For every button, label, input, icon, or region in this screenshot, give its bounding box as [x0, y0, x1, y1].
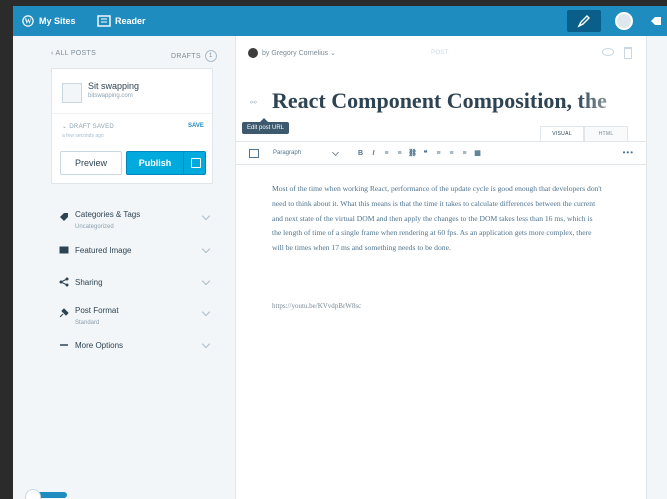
post-content-link[interactable]: https://youtu.be/KVvdpBrW8sc — [272, 302, 361, 310]
sidebar-item-sub: Standard — [75, 320, 100, 326]
save-link[interactable]: SAVE — [188, 123, 204, 129]
author-name: by Gregory Cornelius — [262, 49, 329, 57]
tab-html[interactable]: HTML — [584, 126, 628, 142]
site-name: Sit swapping — [88, 81, 140, 91]
sidebar-item-label: Categories & Tags — [75, 210, 141, 219]
editor-sidebar: ‹ ALL POSTS DRAFTS 1 Sit swapping bitswa… — [13, 36, 236, 499]
tab-visual[interactable]: VISUAL — [540, 126, 584, 142]
all-posts-label: ALL POSTS — [55, 50, 97, 57]
sidebar-item-label: Sharing — [75, 277, 103, 287]
author-selector[interactable]: by Gregory Cornelius ⌄ — [248, 48, 336, 58]
sidebar-item-sharing[interactable]: Sharing — [51, 267, 213, 297]
align-left-button[interactable]: ≡ — [432, 150, 445, 157]
add-media-icon[interactable] — [249, 148, 259, 158]
reader-label: Reader — [115, 16, 146, 26]
drafts-label: DRAFTS — [171, 52, 201, 60]
align-center-button[interactable]: ≡ — [445, 150, 458, 157]
save-status: ⌄ DRAFT SAVED — [62, 123, 114, 130]
save-status-label: DRAFT SAVED — [69, 124, 115, 130]
reader-icon — [97, 15, 111, 27]
bold-button[interactable]: B — [354, 150, 367, 157]
sidebar-item-sub: Uncategorized — [75, 224, 114, 230]
link-icon[interactable]: ⚯ — [250, 98, 257, 107]
pin-icon — [59, 308, 69, 318]
share-icon — [59, 277, 69, 287]
author-avatar — [248, 48, 258, 58]
eye-icon[interactable] — [602, 48, 614, 56]
sidebar-item-label: More Options — [75, 340, 124, 350]
avatar[interactable] — [615, 12, 633, 30]
right-panel-edge — [646, 36, 667, 499]
app-window: W My Sites Reader ‹ ALL POSTS DRAFTS 1 S… — [13, 6, 667, 499]
sidebar-toggle-knob[interactable] — [25, 489, 41, 499]
trash-icon[interactable] — [624, 47, 632, 59]
my-sites-button[interactable]: W My Sites — [21, 13, 76, 29]
preview-button[interactable]: Preview — [60, 151, 122, 175]
chevron-down-icon — [331, 148, 340, 156]
post-content[interactable]: Most of the time when working React, per… — [272, 182, 602, 256]
all-posts-link[interactable]: ‹ ALL POSTS — [51, 50, 96, 57]
dash-icon — [59, 340, 69, 350]
calendar-icon[interactable] — [191, 158, 201, 168]
sidebar-item-label: Featured Image — [75, 245, 132, 255]
paragraph-format-select[interactable]: Paragraph — [273, 150, 333, 156]
masterbar: W My Sites Reader — [13, 6, 667, 36]
wordpress-icon: W — [22, 15, 34, 27]
divider — [52, 113, 212, 114]
blockquote-button[interactable]: ❝ — [419, 149, 432, 157]
publish-button[interactable]: Publish — [126, 151, 206, 175]
drafts-count: 1 — [204, 50, 217, 62]
save-timestamp: a few seconds ago — [62, 133, 104, 139]
publish-label: Publish — [138, 158, 172, 168]
tooltip: Edit post URL — [242, 118, 290, 134]
sidebar-item-label: Post Format — [75, 306, 119, 315]
site-icon — [62, 83, 82, 103]
title-fade — [576, 86, 646, 116]
divider — [183, 151, 184, 175]
write-button[interactable] — [567, 10, 601, 32]
italic-button[interactable]: I — [367, 150, 380, 157]
numbered-list-button[interactable]: ≡ — [393, 150, 406, 157]
formatting-toolbar: Paragraph B I ≡ ≡ ⛓ ❝ ≡ ≡ ≡ ▦ ••• — [236, 141, 646, 165]
bullet-list-button[interactable]: ≡ — [380, 150, 393, 157]
site-url: bitswapping.com — [88, 93, 133, 99]
chevron-down-icon — [201, 211, 211, 221]
link-button[interactable]: ⛓ — [406, 149, 419, 157]
image-icon — [59, 245, 69, 255]
post-type-label: POST — [431, 50, 449, 56]
svg-text:W: W — [25, 19, 32, 26]
post-editor: by Gregory Cornelius ⌄ POST ⚯ React Comp… — [236, 36, 646, 499]
write-icon — [577, 15, 590, 28]
chevron-down-icon — [201, 307, 211, 317]
chevron-down-icon — [201, 244, 211, 254]
sidebar-item-featured-image[interactable]: Featured Image — [51, 235, 213, 265]
more-options-button[interactable]: ••• — [623, 148, 634, 157]
publish-card: Sit swapping bitswapping.com ⌄ DRAFT SAV… — [51, 68, 213, 184]
chevron-down-icon — [201, 339, 211, 349]
insert-content-button[interactable]: ▦ — [471, 149, 484, 157]
my-sites-label: My Sites — [39, 16, 76, 26]
tag-icon — [59, 212, 69, 222]
sidebar-item-more-options[interactable]: More Options — [51, 330, 213, 360]
reader-button[interactable]: Reader — [97, 13, 146, 29]
sidebar-item-categories-tags[interactable]: Categories & Tags Uncategorized — [51, 202, 213, 232]
sidebar-item-post-format[interactable]: Post Format Standard — [51, 298, 213, 328]
align-right-button[interactable]: ≡ — [458, 150, 471, 157]
chevron-down-icon — [201, 276, 211, 286]
drafts-button[interactable]: DRAFTS 1 — [171, 50, 217, 62]
chevron-down-icon: ⌄ — [328, 50, 336, 57]
notifications-icon[interactable] — [649, 14, 663, 28]
editor-mode-tabs: VISUAL HTML — [540, 126, 628, 142]
